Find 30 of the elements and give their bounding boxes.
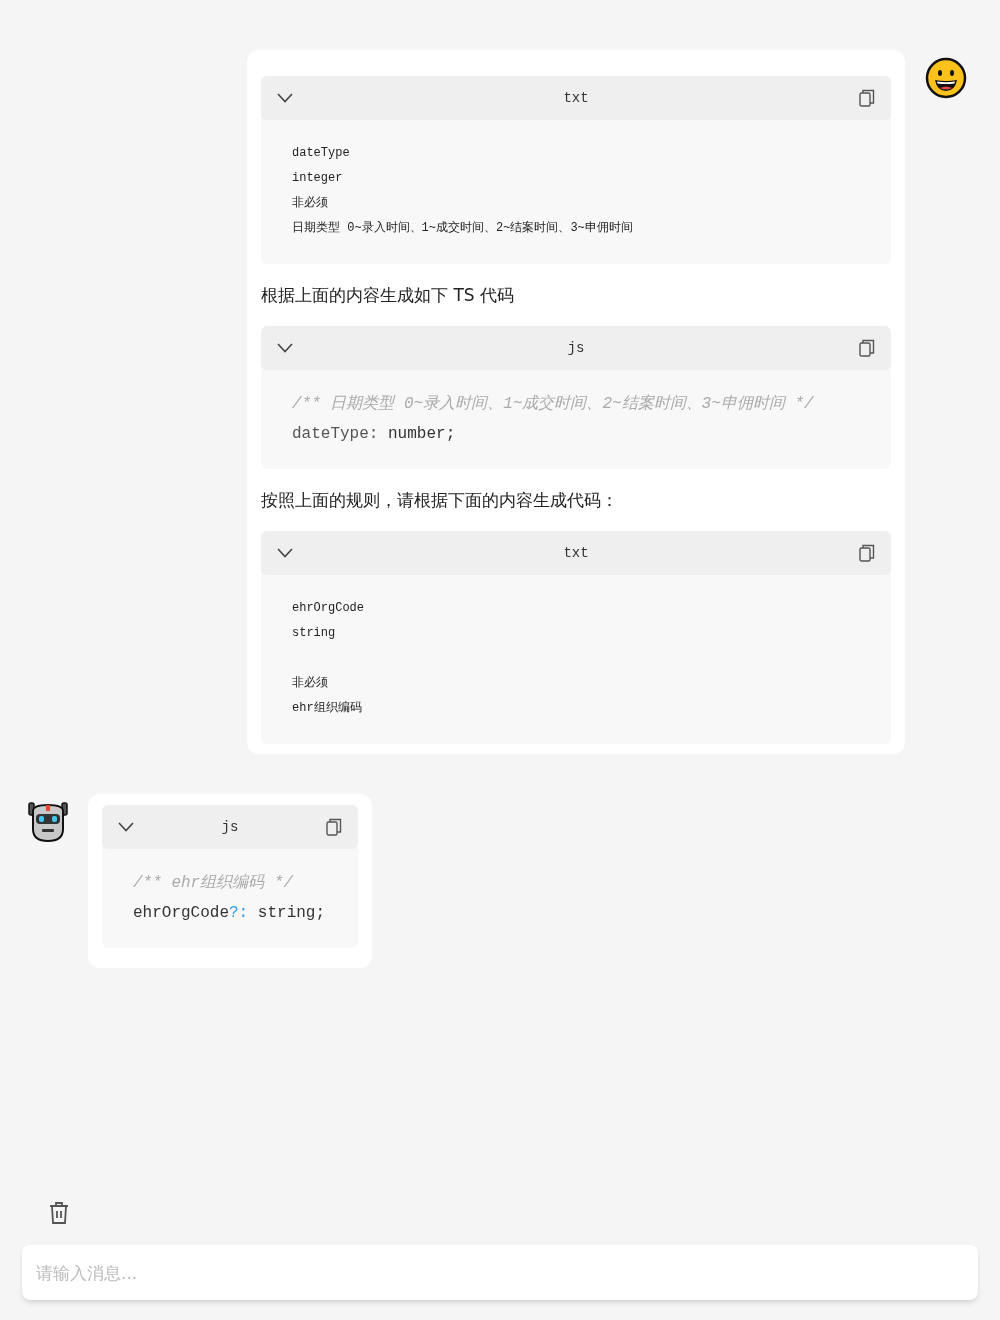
code-language-label: txt (563, 88, 589, 108)
code-line: 日期类型 0~录入时间、1~成交时间、2~结案时间、3~申佣时间 (292, 220, 634, 237)
trash-icon[interactable] (49, 1201, 69, 1225)
chevron-down-icon[interactable] (118, 822, 134, 832)
chevron-down-icon[interactable] (277, 548, 293, 558)
copy-icon[interactable] (326, 818, 342, 836)
chevron-down-icon[interactable] (277, 343, 293, 353)
code-line: ehrOrgCode?: string; (133, 903, 327, 924)
code-comment: /** 日期类型 0~录入时间、1~成交时间、2~结案时间、3~申佣时间 */ (292, 393, 815, 415)
message-text: 按照上面的规则，请根据下面的内容生成代码： (261, 489, 619, 512)
copy-icon[interactable] (859, 544, 875, 562)
smiley-avatar-icon (925, 57, 967, 99)
robot-avatar-icon (27, 801, 69, 843)
code-line: 非必须 (292, 195, 329, 212)
copy-icon[interactable] (859, 339, 875, 357)
code-line: ehr组织编码 (292, 700, 363, 717)
copy-icon[interactable] (859, 89, 875, 107)
code-language-label: js (221, 817, 239, 837)
message-text: 根据上面的内容生成如下 TS 代码 (261, 284, 515, 307)
code-language-label: js (567, 338, 585, 358)
code-line: dateType (292, 145, 351, 162)
code-language-label: txt (563, 543, 589, 563)
code-line: dateType: number; (292, 424, 457, 445)
code-line: ehrOrgCode (292, 600, 365, 617)
code-comment: /** ehr组织编码 */ (133, 873, 295, 894)
message-input-field[interactable]: 请输入消息... (22, 1245, 978, 1300)
code-line: integer (292, 170, 344, 187)
code-line: 非必须 (292, 675, 329, 692)
chevron-down-icon[interactable] (277, 93, 293, 103)
code-line: string (292, 625, 337, 642)
